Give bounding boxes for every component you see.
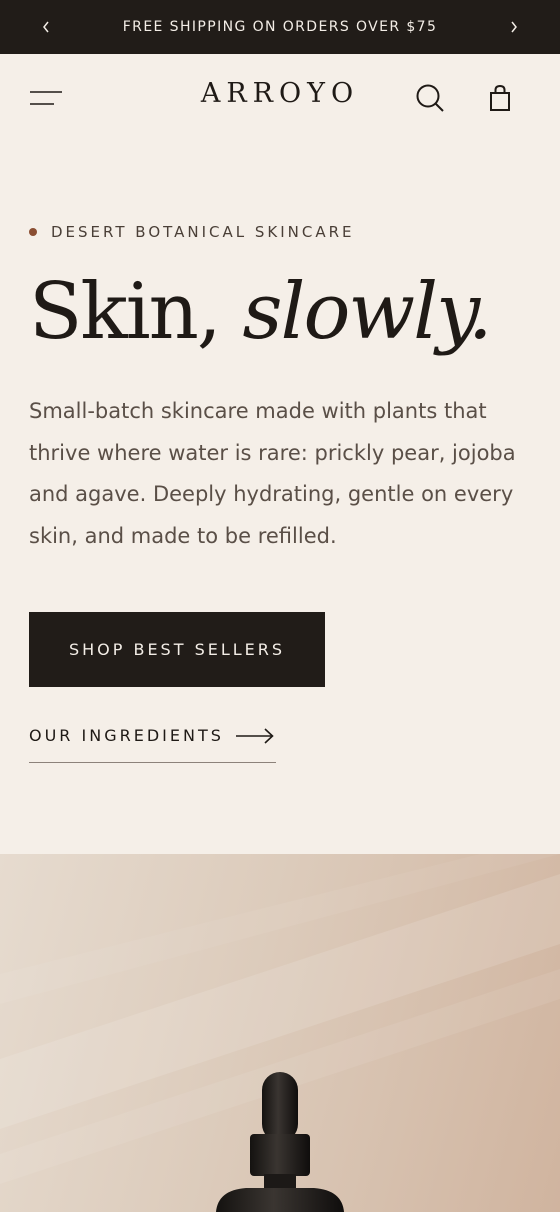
- announcement-next-button[interactable]: [494, 0, 534, 54]
- our-ingredients-label: OUR INGREDIENTS: [29, 726, 224, 745]
- shopping-bag-icon: [490, 84, 510, 111]
- our-ingredients-link[interactable]: OUR INGREDIENTS: [29, 722, 276, 763]
- hero-description: Small-batch skincare made with plants th…: [29, 399, 516, 548]
- cart-button[interactable]: [482, 80, 518, 116]
- hero-product-image: [0, 854, 560, 1212]
- announcement-text: FREE SHIPPING ON ORDERS OVER $75: [122, 19, 438, 35]
- hero-headline: Skin, slowly.: [29, 262, 493, 362]
- eyebrow-text: DESERT BOTANICAL SKINCARE: [51, 223, 355, 241]
- chevron-right-icon: [511, 21, 517, 33]
- brand-logo[interactable]: ARROYO: [0, 78, 560, 109]
- headline-italic: slowly.: [242, 267, 492, 357]
- site-header: ARROYO: [0, 54, 560, 142]
- search-icon: [416, 84, 444, 112]
- arrow-right-icon: [236, 728, 274, 744]
- chevron-left-icon: [43, 21, 49, 33]
- hero-eyebrow: DESERT BOTANICAL SKINCARE: [29, 223, 355, 241]
- product-bottle-illustration: [0, 854, 560, 1212]
- announcement-bar: FREE SHIPPING ON ORDERS OVER $75: [0, 0, 560, 54]
- eyebrow-dot: [29, 228, 37, 236]
- shop-best-sellers-button[interactable]: SHOP BEST SELLERS: [29, 612, 325, 687]
- announcement-prev-button[interactable]: [26, 0, 66, 54]
- headline-plain: Skin,: [29, 267, 243, 357]
- search-button[interactable]: [412, 80, 448, 116]
